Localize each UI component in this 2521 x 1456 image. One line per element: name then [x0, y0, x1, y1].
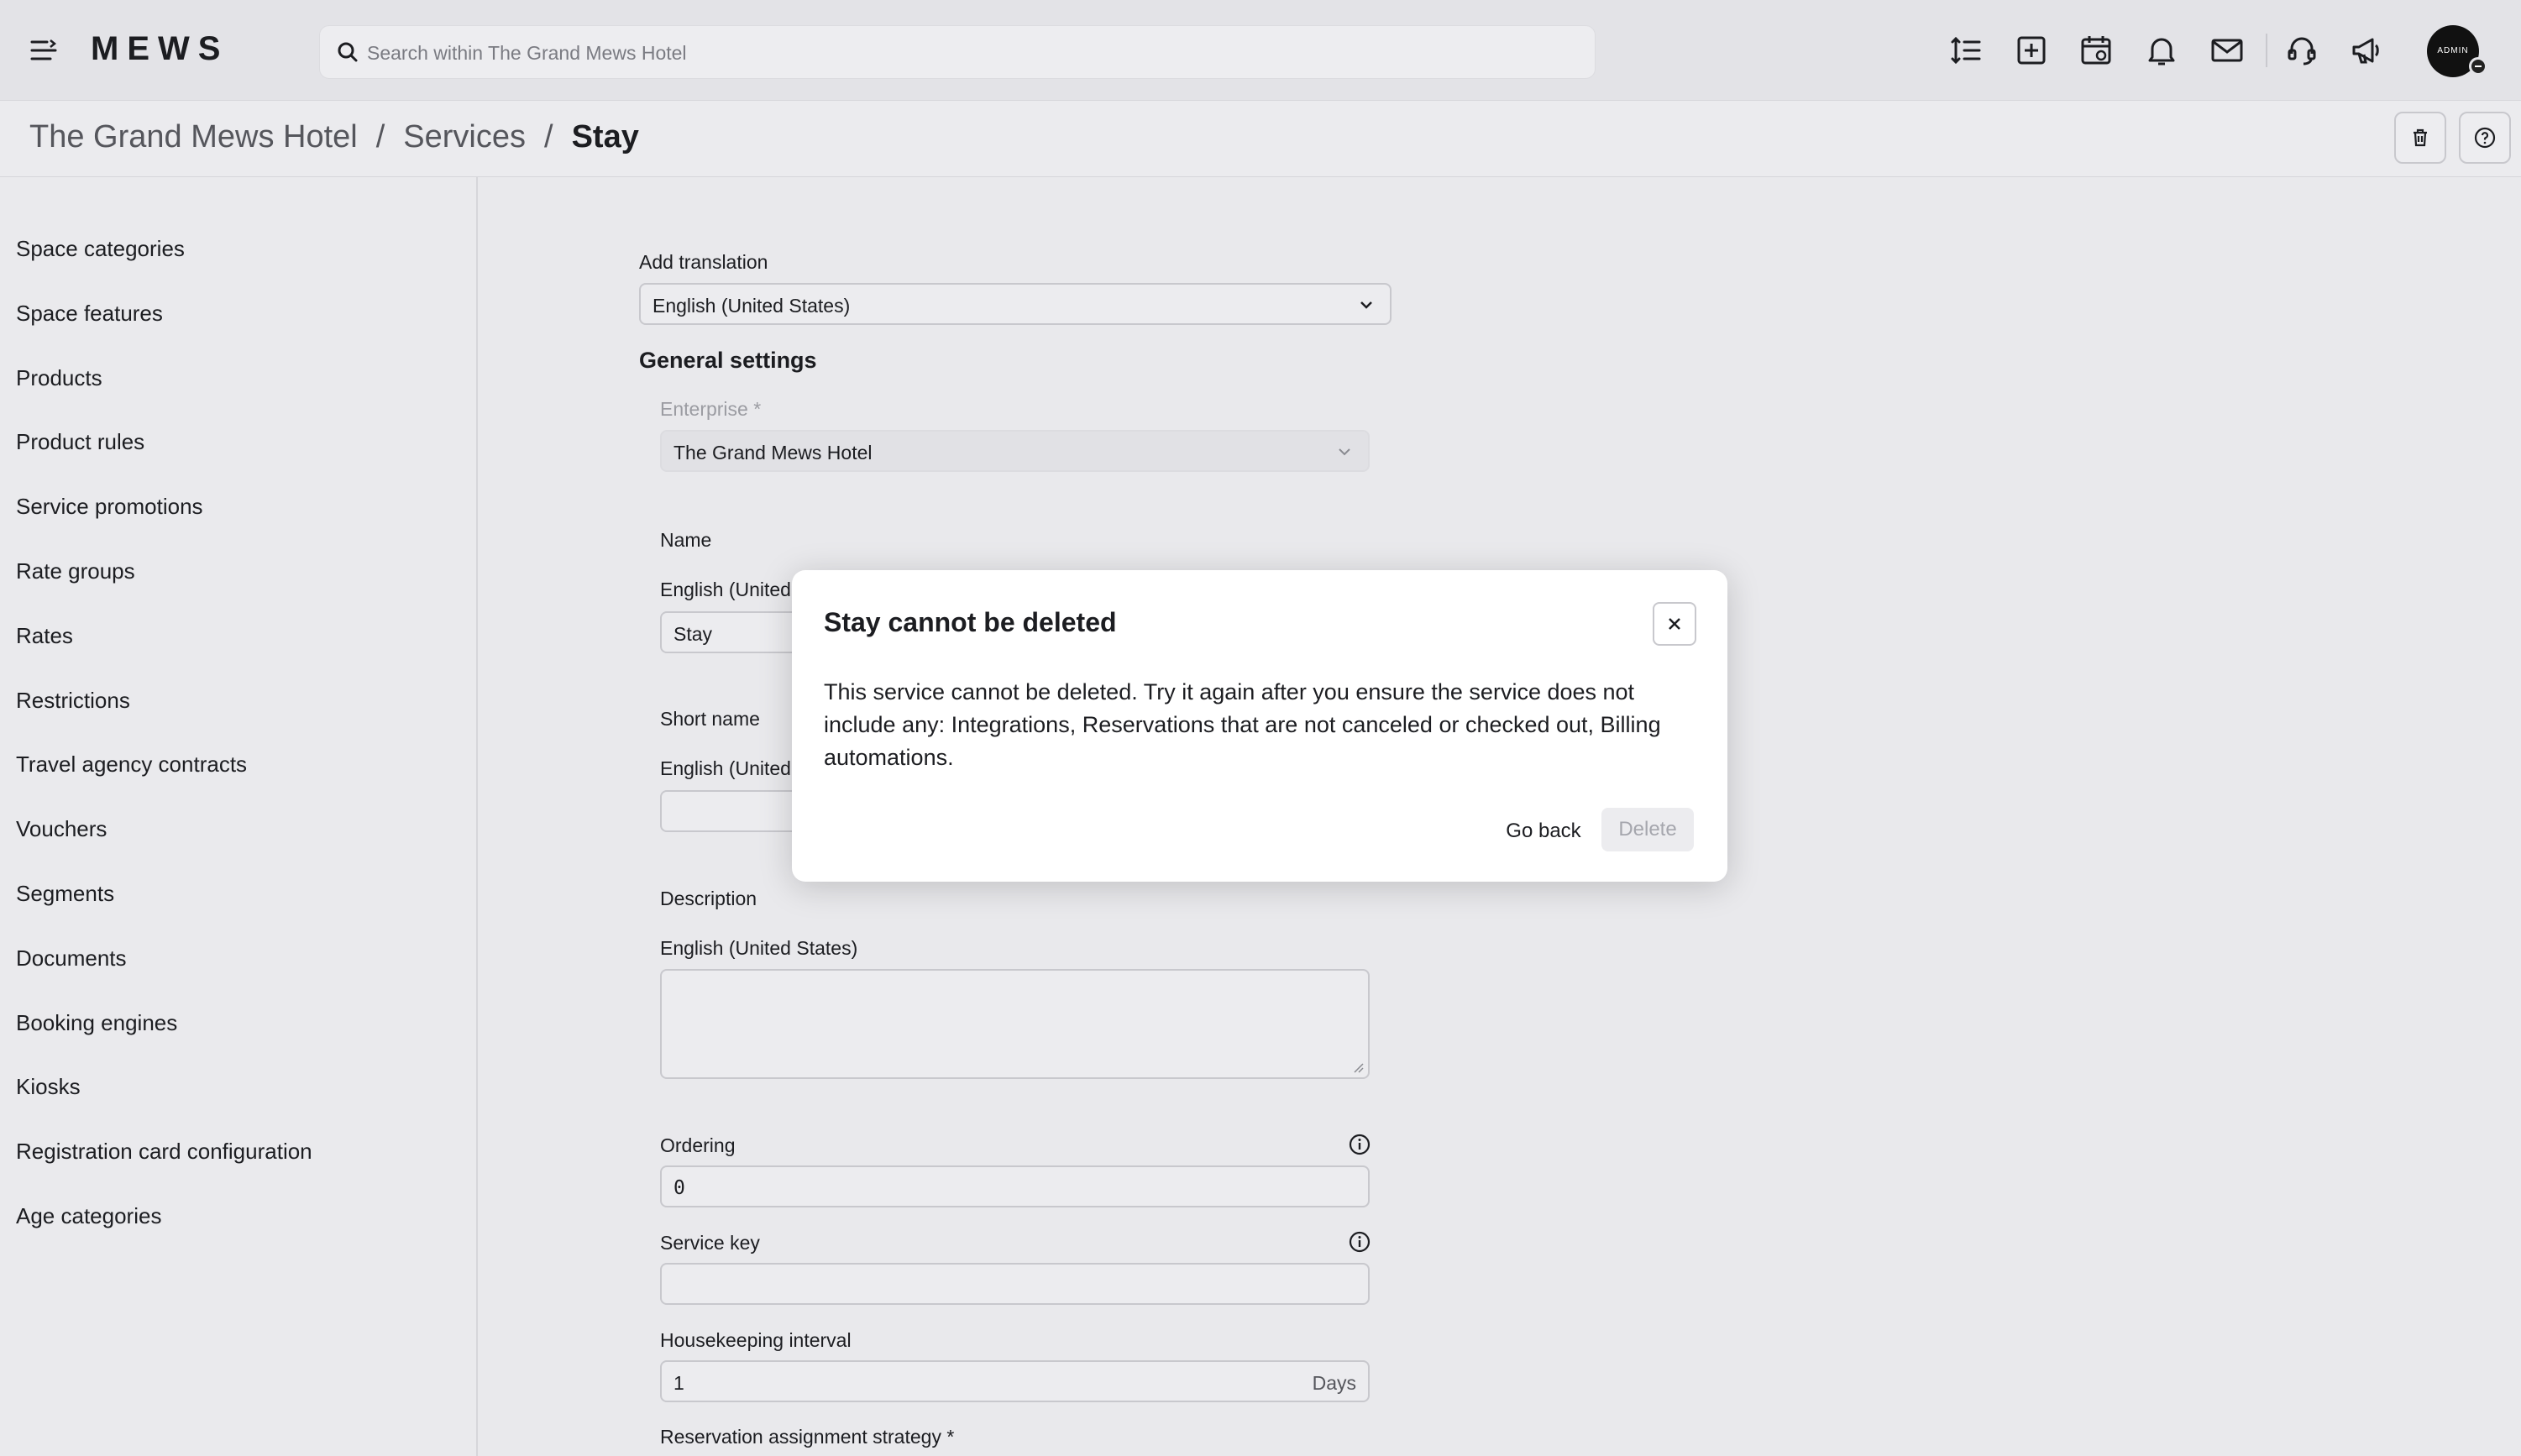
sidebar-item-age-categories[interactable]: Age categories	[16, 1203, 161, 1229]
sidebar-item-rate-groups[interactable]: Rate groups	[16, 558, 135, 584]
ordering-label: Ordering	[660, 1134, 736, 1156]
ordering-input[interactable]: 0	[660, 1165, 1370, 1207]
general-settings-title: General settings	[639, 348, 817, 373]
support-icon[interactable]	[2283, 32, 2320, 69]
status-indicator-icon	[2469, 57, 2487, 76]
sidebar-item-products[interactable]: Products	[16, 365, 102, 391]
trash-icon	[2414, 128, 2427, 147]
delete-button: Delete	[1601, 808, 1694, 851]
breadcrumb-current: Stay	[571, 119, 639, 155]
search-input[interactable]	[365, 36, 1561, 70]
add-translation-select[interactable]: English (United States)	[639, 283, 1392, 325]
search-bar[interactable]	[319, 25, 1596, 79]
calendar-icon[interactable]	[2078, 32, 2115, 69]
megaphone-icon[interactable]	[2349, 32, 2386, 69]
info-icon[interactable]	[1348, 1133, 1371, 1156]
name-label: Name	[660, 529, 712, 551]
sidebar: Space categories Space features Products…	[0, 177, 478, 1456]
description-locale-label: English (United States)	[660, 937, 858, 959]
name-value: Stay	[673, 623, 713, 645]
info-icon[interactable]	[1348, 1230, 1371, 1254]
housekeeping-interval-input[interactable]: 1 Days	[660, 1360, 1370, 1402]
sidebar-item-space-features[interactable]: Space features	[16, 301, 163, 327]
sidebar-item-registration-card-configuration[interactable]: Registration card configuration	[16, 1139, 312, 1165]
add-icon[interactable]	[2013, 32, 2050, 69]
sidebar-item-restrictions[interactable]: Restrictions	[16, 688, 130, 714]
dialog-title: Stay cannot be deleted	[824, 607, 1117, 637]
chevron-down-icon	[1360, 301, 1372, 309]
sidebar-item-segments[interactable]: Segments	[16, 881, 114, 907]
service-key-label: Service key	[660, 1232, 760, 1254]
ordering-value: 0	[673, 1177, 685, 1199]
description-textarea[interactable]	[660, 969, 1370, 1079]
toolbar-divider	[2266, 34, 2267, 67]
breadcrumb-separator: /	[375, 119, 385, 155]
service-key-input[interactable]	[660, 1263, 1370, 1305]
sidebar-item-kiosks[interactable]: Kiosks	[16, 1074, 81, 1100]
mail-icon[interactable]	[2209, 32, 2246, 69]
short-name-label: Short name	[660, 708, 760, 730]
sidebar-item-service-promotions[interactable]: Service promotions	[16, 494, 203, 520]
top-bar: MEWS ADMIN	[0, 0, 2521, 101]
description-label: Description	[660, 888, 757, 909]
sidebar-item-rates[interactable]: Rates	[16, 623, 73, 649]
sort-icon[interactable]	[1947, 32, 1984, 69]
close-button[interactable]	[1653, 602, 1696, 646]
mews-logo[interactable]: MEWS	[91, 30, 228, 68]
breadcrumb: The Grand Mews Hotel / Services / Stay	[29, 119, 639, 155]
breadcrumb-bar: The Grand Mews Hotel / Services / Stay	[0, 101, 2521, 177]
sidebar-item-product-rules[interactable]: Product rules	[16, 429, 144, 455]
help-button[interactable]	[2459, 112, 2511, 164]
delete-service-button[interactable]	[2394, 112, 2446, 164]
go-back-button[interactable]: Go back	[1481, 810, 1606, 852]
breadcrumb-item-services[interactable]: Services	[403, 119, 526, 155]
bell-icon[interactable]	[2143, 32, 2180, 69]
close-icon	[1669, 618, 1680, 630]
cannot-delete-dialog: Stay cannot be deleted This service cann…	[792, 570, 1727, 882]
breadcrumb-item-enterprise[interactable]: The Grand Mews Hotel	[29, 119, 358, 155]
sidebar-item-space-categories[interactable]: Space categories	[16, 236, 185, 262]
chevron-down-icon	[1339, 448, 1350, 456]
sidebar-item-vouchers[interactable]: Vouchers	[16, 816, 107, 842]
sidebar-item-booking-engines[interactable]: Booking engines	[16, 1010, 177, 1036]
enterprise-select: The Grand Mews Hotel	[660, 430, 1370, 472]
housekeeping-interval-label: Housekeeping interval	[660, 1329, 852, 1351]
sidebar-item-documents[interactable]: Documents	[16, 945, 127, 972]
search-icon	[335, 39, 360, 65]
housekeeping-interval-value: 1	[673, 1372, 684, 1394]
enterprise-label: Enterprise *	[660, 398, 762, 420]
help-icon	[2474, 127, 2496, 149]
breadcrumb-separator: /	[544, 119, 553, 155]
dialog-message: This service cannot be deleted. Try it a…	[824, 679, 1661, 770]
enterprise-value: The Grand Mews Hotel	[673, 442, 873, 464]
sidebar-item-travel-agency-contracts[interactable]: Travel agency contracts	[16, 752, 247, 778]
resize-handle-icon[interactable]	[1353, 1062, 1365, 1074]
reservation-assignment-strategy-label: Reservation assignment strategy *	[660, 1426, 955, 1448]
housekeeping-interval-unit: Days	[1312, 1372, 1356, 1394]
add-translation-value: English (United States)	[653, 295, 851, 317]
menu-icon[interactable]	[27, 34, 60, 67]
add-translation-label: Add translation	[639, 251, 768, 273]
